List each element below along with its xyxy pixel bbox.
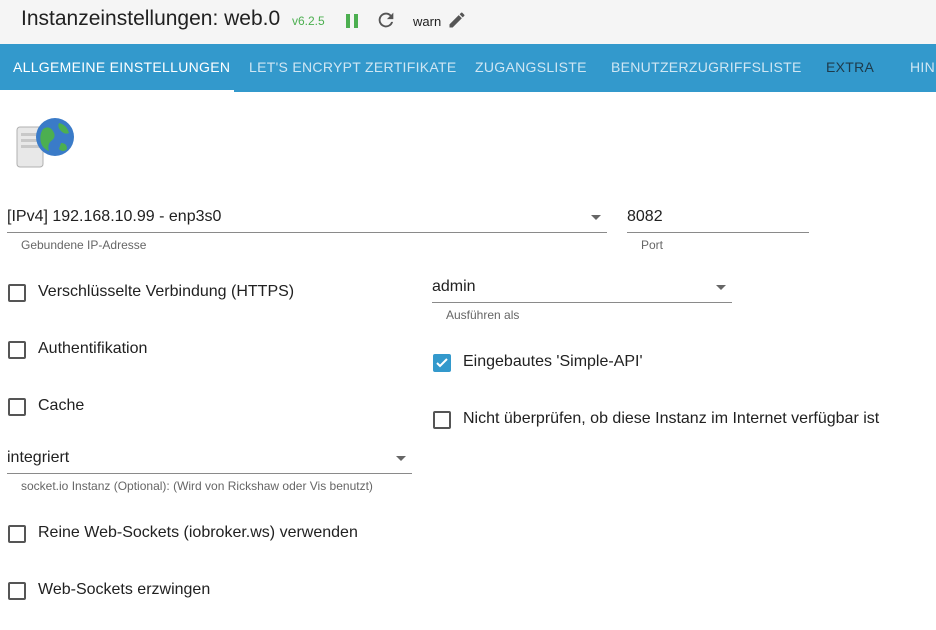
chevron-down-icon (716, 285, 726, 290)
checkbox-icon[interactable] (8, 341, 26, 359)
cache-label: Cache (38, 397, 85, 414)
edit-icon[interactable] (447, 10, 467, 30)
bind-ip-select[interactable]: [IPv4] 192.168.10.99 - enp3s0 (7, 200, 607, 233)
checkbox-icon[interactable] (433, 411, 451, 429)
no-check-label: Nicht überprüfen, ob diese Instanz im In… (463, 410, 880, 427)
chevron-down-icon (591, 215, 601, 220)
port-value: 8082 (627, 208, 663, 225)
chevron-down-icon (396, 456, 406, 461)
checkbox-icon[interactable] (8, 582, 26, 600)
tab-letsencrypt[interactable]: LET'S ENCRYPT ZERTIFIKATE (249, 44, 457, 92)
tab-bar: ALLGEMEINE EINSTELLUNGEN LET'S ENCRYPT Z… (0, 44, 936, 92)
bind-ip-value: [IPv4] 192.168.10.99 - enp3s0 (7, 208, 222, 225)
tab-user-access-list[interactable]: BENUTZERZUGRIFFSLISTE (611, 44, 802, 92)
socketio-label: socket.io Instanz (Optional): (Wird von … (21, 479, 373, 493)
run-as-label: Ausführen als (446, 308, 520, 322)
pause-icon[interactable] (342, 11, 362, 31)
tab-access-list[interactable]: ZUGANGSLISTE (475, 44, 587, 92)
checkbox-checked-icon[interactable] (433, 354, 451, 372)
checkbox-icon[interactable] (8, 284, 26, 302)
reload-icon[interactable] (375, 9, 397, 31)
force-ws-label: Web-Sockets erzwingen (38, 581, 211, 598)
checkbox-icon[interactable] (8, 398, 26, 416)
active-tab-indicator (0, 90, 234, 92)
port-label: Port (641, 238, 664, 252)
port-input[interactable]: 8082 (627, 200, 809, 233)
run-as-value: admin (432, 278, 476, 295)
run-as-select[interactable]: admin (432, 270, 732, 303)
tab-general[interactable]: ALLGEMEINE EINSTELLUNGEN (13, 44, 230, 92)
https-label: Verschlüsselte Verbindung (HTTPS) (38, 283, 295, 300)
simple-api-label: Eingebautes 'Simple-API' (463, 353, 643, 370)
log-level[interactable]: warn (413, 14, 441, 29)
tab-extra[interactable]: EXTRA (826, 44, 874, 92)
pure-ws-label: Reine Web-Sockets (iobroker.ws) verwende… (38, 524, 358, 541)
page-title: Instanzeinstellungen: web.0 (21, 7, 281, 30)
version-badge: v6.2.5 (292, 14, 325, 28)
bind-ip-label: Gebundene IP-Adresse (21, 238, 147, 252)
checkbox-icon[interactable] (8, 525, 26, 543)
auth-label: Authentifikation (38, 340, 148, 357)
tab-hints[interactable]: HIN (910, 44, 935, 92)
socketio-select[interactable]: integriert (7, 441, 412, 474)
socketio-value: integriert (7, 449, 70, 466)
web-server-logo-icon (15, 115, 77, 171)
title-bar: Instanzeinstellungen: web.0 v6.2.5 warn (0, 0, 936, 44)
